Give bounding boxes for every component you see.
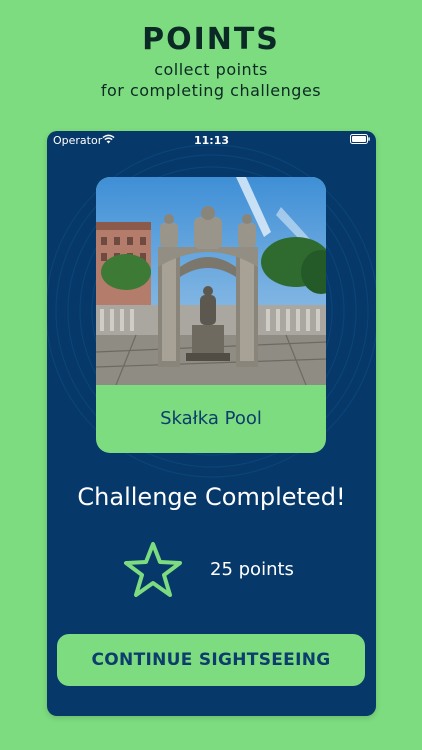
promo-subtitle-line-2: for completing challenges	[100, 81, 322, 100]
place-card[interactable]: Skałka Pool	[96, 177, 326, 453]
status-bar: Operator 11:13	[47, 131, 376, 149]
challenge-completed-message: Challenge Completed!	[77, 483, 346, 511]
place-photo	[96, 177, 326, 385]
continue-sightseeing-button[interactable]: CONTINUE SIGHTSEEING	[57, 634, 365, 686]
battery-icon	[350, 134, 370, 144]
promo-subtitle-line-1: collect points	[154, 60, 268, 79]
status-time: 11:13	[193, 134, 229, 147]
points-earned: 25 points	[210, 559, 294, 580]
phone-screen: Operator 11:13 Skałka Pool Challenge Com…	[47, 131, 376, 716]
promo-title: POINTS	[142, 22, 280, 57]
place-name: Skałka Pool	[160, 408, 262, 429]
star-icon	[124, 542, 182, 597]
